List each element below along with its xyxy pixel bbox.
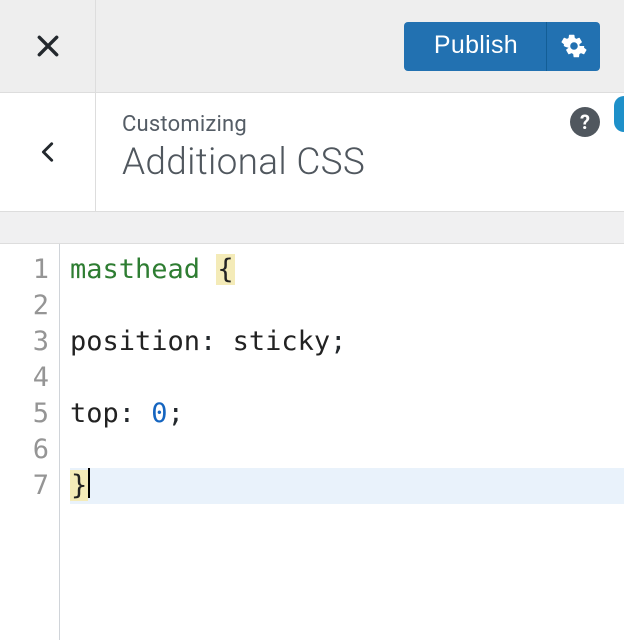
token-selector: masthead	[70, 254, 200, 285]
publish-group: Publish	[404, 22, 600, 71]
close-icon	[35, 33, 61, 59]
token-semi: ;	[168, 398, 184, 429]
gear-icon	[561, 33, 587, 59]
code-line-active: }	[70, 468, 624, 504]
section-subtitle: Customizing	[122, 112, 600, 137]
token-semi: ;	[330, 326, 346, 357]
section-title: Additional CSS	[122, 141, 600, 184]
header-titles: Customizing Additional CSS ?	[96, 93, 624, 211]
line-number: 7	[0, 468, 49, 504]
token-colon: :	[119, 398, 152, 429]
line-number: 1	[0, 252, 49, 288]
line-number: 5	[0, 396, 49, 432]
publish-button[interactable]: Publish	[404, 22, 546, 71]
code-line	[70, 288, 624, 324]
token-property: position	[70, 326, 200, 357]
code-line: masthead {	[70, 252, 624, 288]
section-header: Customizing Additional CSS ?	[0, 93, 624, 212]
text-cursor	[88, 468, 90, 498]
help-button[interactable]: ?	[570, 107, 600, 137]
back-button[interactable]	[0, 93, 96, 211]
token-number: 0	[151, 398, 167, 429]
line-number: 4	[0, 360, 49, 396]
token-brace: }	[70, 470, 88, 501]
code-area[interactable]: masthead { position: sticky; top: 0; }	[60, 244, 624, 640]
help-icon: ?	[580, 110, 590, 134]
publish-settings-button[interactable]	[546, 22, 600, 71]
line-number: 3	[0, 324, 49, 360]
css-editor[interactable]: 1 2 3 4 5 6 7 masthead { position: stick…	[0, 244, 624, 640]
customizer-topbar: Publish	[0, 0, 624, 93]
header-separator	[0, 212, 624, 244]
line-gutter: 1 2 3 4 5 6 7	[0, 244, 60, 640]
token-brace: {	[216, 254, 234, 285]
close-button[interactable]	[0, 0, 96, 93]
code-line	[70, 360, 624, 396]
line-number: 6	[0, 432, 49, 468]
chevron-left-icon	[37, 139, 59, 165]
token-colon: :	[200, 326, 233, 357]
token-value: sticky	[233, 326, 331, 357]
code-line	[70, 432, 624, 468]
token-property: top	[70, 398, 119, 429]
line-number: 2	[0, 288, 49, 324]
preview-edge-accent	[614, 96, 624, 132]
code-line: top: 0;	[70, 396, 624, 432]
code-line: position: sticky;	[70, 324, 624, 360]
